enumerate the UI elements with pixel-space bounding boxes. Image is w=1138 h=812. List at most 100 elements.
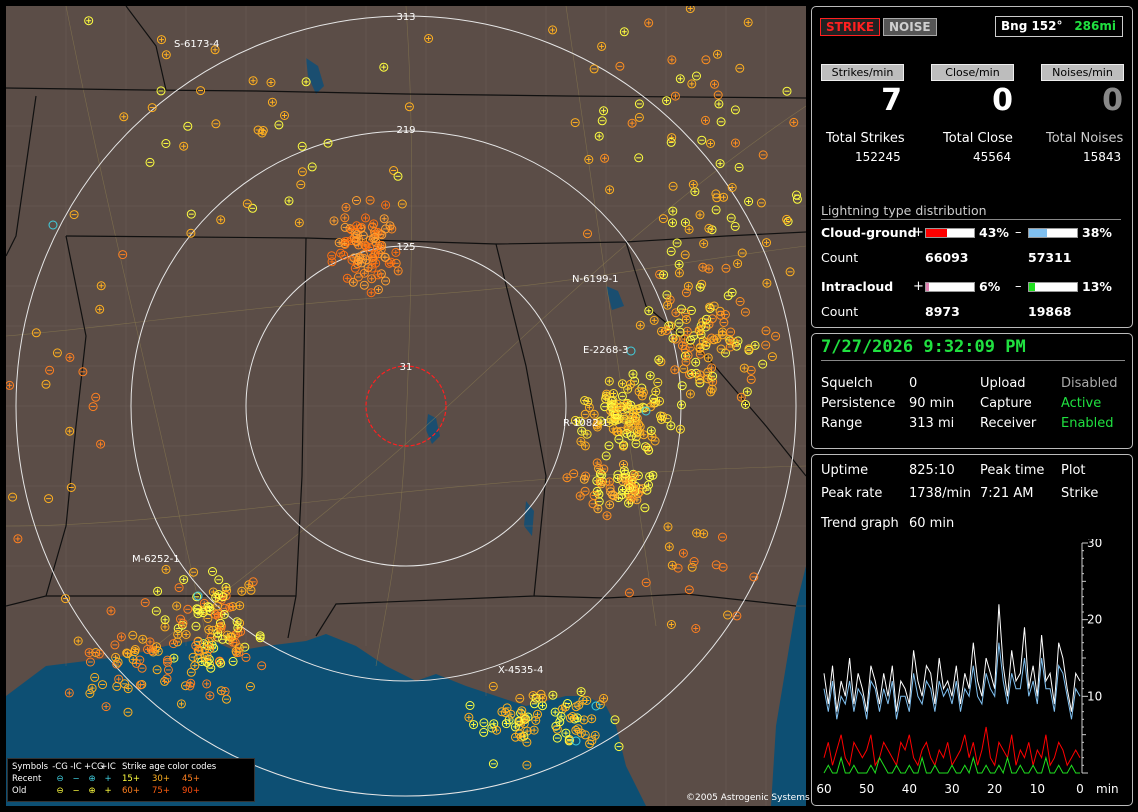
x-tick-label: 40 <box>902 782 917 796</box>
minus-icon: − <box>72 786 80 796</box>
range-value[interactable]: 313 mi <box>909 416 954 431</box>
total-strikes-label: Total Strikes <box>826 131 905 146</box>
current-datetime: 7/27/2026 9:32:09 PM <box>821 337 1026 357</box>
y-tick-label: 30 <box>1087 539 1102 550</box>
upload-value[interactable]: Disabled <box>1061 376 1117 391</box>
minus-circle-icon: ⊖ <box>56 786 64 796</box>
peak-time-label: Peak time <box>980 463 1045 478</box>
strike-map[interactable]: 313 219 125 31 S-6173-4 N-6199-1 E-2268-… <box>6 6 806 806</box>
plus-icon <box>607 187 613 193</box>
plus-icon <box>86 18 92 24</box>
tab-strike[interactable]: STRIKE <box>820 18 881 36</box>
squelch-value[interactable]: 0 <box>909 376 917 391</box>
plus-icon <box>303 79 309 85</box>
cg-positive-percent: 43% <box>979 225 1009 240</box>
plus-icon <box>629 120 635 126</box>
plus-icon <box>155 588 161 594</box>
plus-icon <box>707 141 713 147</box>
plus-icon <box>647 373 653 379</box>
uptime-label: Uptime <box>821 463 869 478</box>
plus-icon <box>118 634 124 640</box>
plus-icon <box>646 20 652 26</box>
plus-icon <box>607 502 613 508</box>
legend-neg-cg: -CG <box>52 762 68 772</box>
minus-circle-icon: ⊖ <box>56 774 64 784</box>
total-close-label: Total Close <box>943 131 1013 146</box>
lake <box>606 286 624 310</box>
ring-label-31: 31 <box>400 362 413 373</box>
legend-age-15: 15+ <box>122 774 140 784</box>
plus-icon <box>701 241 707 247</box>
strike-markers <box>6 6 802 770</box>
total-strikes-value: 152245 <box>855 150 901 164</box>
map-canvas[interactable]: 313 219 125 31 S-6173-4 N-6199-1 E-2268-… <box>6 6 806 806</box>
capture-value[interactable]: Active <box>1061 396 1101 411</box>
station-label: M-6252-1 <box>132 554 180 565</box>
plus-icon <box>672 93 678 99</box>
legend-symbols-label: Symbols <box>12 762 49 772</box>
plus-icon <box>383 202 389 208</box>
tab-noise[interactable]: NOISE <box>883 18 937 36</box>
plus-icon <box>369 276 375 282</box>
x-tick-label: 0 <box>1076 782 1084 796</box>
bearing-readout: Bng 152° 286mi <box>995 16 1123 37</box>
plus-icon <box>237 603 243 609</box>
close-per-min-value: 0 <box>992 83 1013 118</box>
copyright: ©2005 Astrogenic Systems <box>686 793 810 803</box>
plus-icon <box>268 79 274 85</box>
plus-icon <box>181 577 187 583</box>
plus-icon <box>651 317 657 323</box>
plus-icon <box>86 650 92 656</box>
plus-icon <box>689 81 695 87</box>
plus-icon: + <box>104 774 112 784</box>
peak-rate-label: Peak rate <box>821 486 883 501</box>
cg-positive-count: 66093 <box>925 250 969 265</box>
plus-icon <box>741 365 747 371</box>
plus-icon <box>680 343 686 349</box>
minus-icon: − <box>72 774 80 784</box>
plus-icon <box>676 270 682 276</box>
x-tick-label: 60 <box>816 782 831 796</box>
plus-icon <box>646 308 652 314</box>
legend-age-60: 60+ <box>122 786 140 796</box>
lake <box>306 58 324 94</box>
legend-age-30: 30+ <box>152 774 170 784</box>
strikes-per-min-button[interactable]: Strikes/min <box>821 64 904 81</box>
plus-icon <box>395 268 401 274</box>
plus-icon <box>162 617 168 623</box>
plus-icon <box>693 625 699 631</box>
noises-per-min-button[interactable]: Noises/min <box>1041 64 1124 81</box>
plus-icon <box>362 215 368 221</box>
plus-icon <box>174 603 180 609</box>
squelch-label: Squelch <box>821 376 873 391</box>
close-per-min-button[interactable]: Close/min <box>931 64 1014 81</box>
plus-icon <box>672 367 678 373</box>
plus-icon <box>604 513 610 519</box>
plus-icon <box>666 544 672 550</box>
ic-negative-percent: 13% <box>1082 279 1112 294</box>
ic-count-label: Count <box>821 304 859 319</box>
strikes-per-min-value: 7 <box>881 83 902 118</box>
lake <box>524 501 534 536</box>
y-tick-label: 10 <box>1087 689 1102 703</box>
plus-icon <box>331 218 337 224</box>
bearing-value: Bng 152° <box>1001 19 1063 33</box>
ic-negative-sign: – <box>1015 279 1022 294</box>
x-tick-label: 10 <box>1030 782 1045 796</box>
plus-icon <box>601 108 607 114</box>
cg-negative-count: 57311 <box>1028 250 1072 265</box>
plus-icon <box>744 389 750 395</box>
total-close-value: 45564 <box>973 150 1012 164</box>
plus-icon <box>752 342 758 348</box>
plus-icon <box>702 117 708 123</box>
trend-graph-value[interactable]: 60 min <box>909 516 954 531</box>
plot-value[interactable]: Strike <box>1061 486 1098 501</box>
plus-icon <box>653 389 659 395</box>
noises-per-min-value: 0 <box>1102 83 1123 118</box>
persistence-value[interactable]: 90 min <box>909 396 954 411</box>
plus-icon <box>591 411 597 417</box>
receiver-value[interactable]: Enabled <box>1061 416 1114 431</box>
plus-icon <box>596 133 602 139</box>
ring-label-313: 313 <box>396 12 415 23</box>
plus-icon <box>162 624 168 630</box>
